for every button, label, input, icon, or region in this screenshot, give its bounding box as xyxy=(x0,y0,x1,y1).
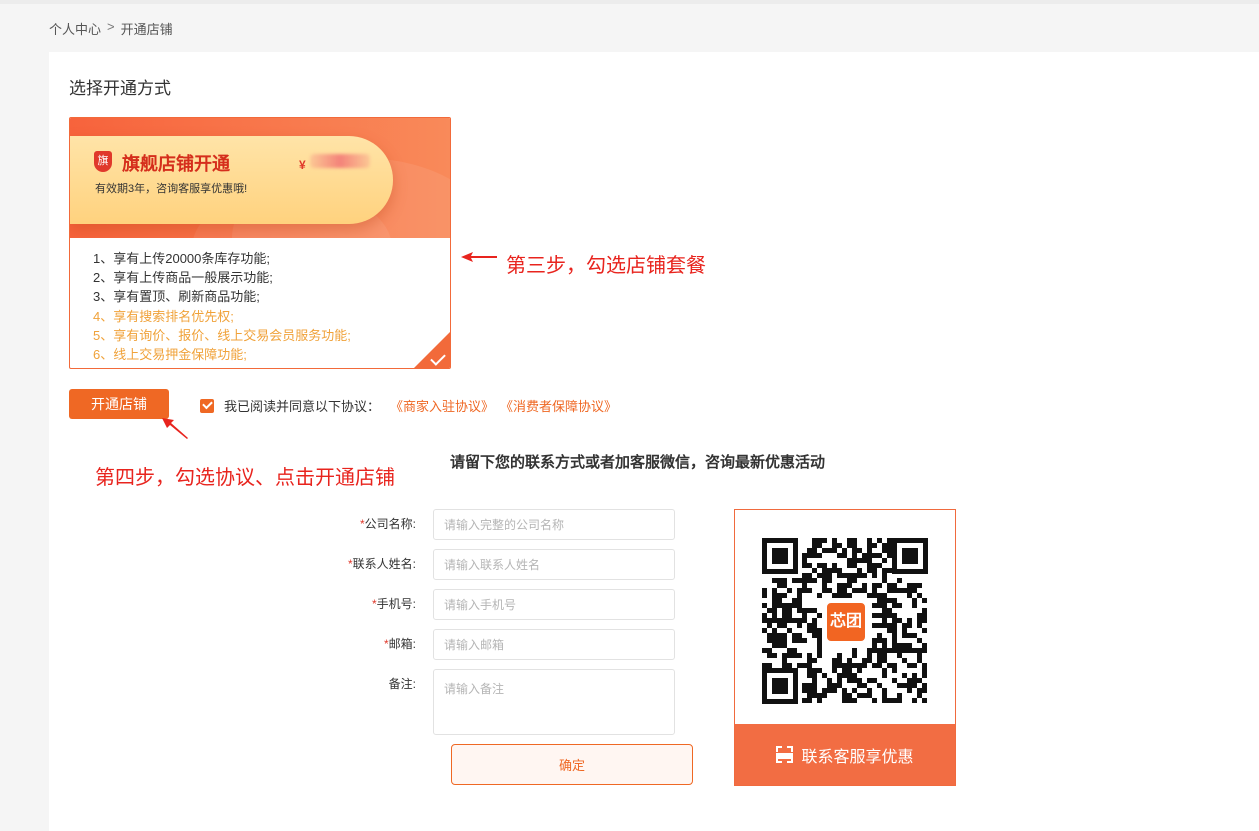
annotation-step3: 第三步，勾选店铺套餐 xyxy=(506,255,706,277)
package-card-flagship[interactable]: 旗 旗舰店铺开通 ¥ 有效期3年，咨询客服享优惠哦! 1、享有上传20000条库… xyxy=(69,117,451,369)
contact-name-input[interactable] xyxy=(433,549,675,580)
breadcrumb-current: 开通店铺 xyxy=(120,22,173,37)
merchant-agreement-link[interactable]: 《商家入驻协议》 xyxy=(390,396,494,415)
phone-input[interactable] xyxy=(433,589,675,620)
phone-label: *手机号: xyxy=(371,597,416,611)
package-header: 旗 旗舰店铺开通 ¥ 有效期3年，咨询客服享优惠哦! xyxy=(70,118,450,238)
agreement-checkbox[interactable] xyxy=(200,398,214,413)
main-panel: 选择开通方式 旗 旗舰店铺开通 ¥ 有效期3年，咨询客服享优惠哦! 1、享有上传… xyxy=(49,52,1259,831)
agreement-text: 我已阅读并同意以下协议： xyxy=(224,399,381,414)
feature-item: 3、享有置顶、刷新商品功能; xyxy=(93,289,260,305)
top-border xyxy=(0,0,1259,4)
arrow-up-left-icon xyxy=(162,418,188,439)
form-row-company: *公司名称: xyxy=(299,509,675,540)
note-label: 备注: xyxy=(388,677,416,691)
annotation-step4: 第四步，勾选协议、点击开通店铺 xyxy=(95,467,395,489)
contact-title: 请留下您的联系方式或者加客服微信，咨询最新优惠活动 xyxy=(450,454,826,471)
email-input[interactable] xyxy=(433,629,675,660)
open-store-button[interactable]: 开通店铺 xyxy=(69,389,169,419)
breadcrumb-home[interactable]: 个人中心 xyxy=(49,19,101,38)
form-row-note: 备注: xyxy=(299,669,675,735)
package-subtitle: 有效期3年，咨询客服享优惠哦! xyxy=(95,183,248,195)
email-label: *邮箱: xyxy=(383,637,416,651)
feature-item: 4、享有搜索排名优先权; xyxy=(93,308,234,324)
price-blurred xyxy=(310,154,370,168)
shield-icon: 旗 xyxy=(94,151,112,172)
company-name-input[interactable] xyxy=(433,509,675,540)
form-row-email: *邮箱: xyxy=(299,629,675,660)
package-name: 旗舰店铺开通 xyxy=(122,154,230,174)
brand-logo: 芯团 xyxy=(824,600,868,644)
form-row-contact: *联系人姓名: xyxy=(299,549,675,580)
price-symbol: ¥ xyxy=(299,158,306,172)
feature-item: 5、享有询价、报价、线上交易会员服务功能; xyxy=(93,327,351,343)
consumer-agreement-link[interactable]: 《消费者保障协议》 xyxy=(500,396,617,415)
qr-footer-text: 联系客服享优惠 xyxy=(801,748,914,766)
company-label: *公司名称: xyxy=(359,517,416,531)
submit-button[interactable]: 确定 xyxy=(451,744,693,785)
feature-item: 6、线上交易押金保障功能; xyxy=(93,347,247,363)
qr-card: 芯团 联系客服享优惠 xyxy=(734,509,956,786)
qr-footer[interactable]: 联系客服享优惠 xyxy=(735,724,955,785)
breadcrumb: 个人中心 > 开通店铺 xyxy=(49,19,173,38)
breadcrumb-separator: > xyxy=(107,19,115,34)
feature-item: 2、享有上传商品一般展示功能; xyxy=(93,270,273,286)
note-textarea[interactable] xyxy=(433,669,675,735)
contact-label: *联系人姓名: xyxy=(347,557,416,571)
feature-item: 1、享有上传20000条库存功能; xyxy=(93,251,270,266)
package-banner: 旗 旗舰店铺开通 ¥ 有效期3年，咨询客服享优惠哦! xyxy=(70,136,393,224)
form-row-phone: *手机号: xyxy=(299,589,675,620)
scan-icon xyxy=(776,746,794,763)
agreement-row: 我已阅读并同意以下协议： 《商家入驻协议》 《消费者保障协议》 xyxy=(200,396,623,415)
section-title: 选择开通方式 xyxy=(69,79,171,98)
feature-list: 1、享有上传20000条库存功能; 2、享有上传商品一般展示功能; 3、享有置顶… xyxy=(93,249,351,364)
arrow-left-icon xyxy=(461,252,497,262)
